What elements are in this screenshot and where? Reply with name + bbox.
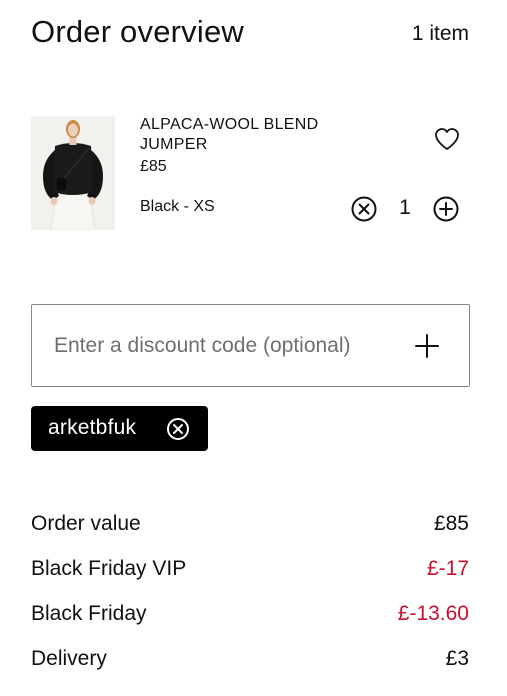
page-title: Order overview [31, 14, 244, 49]
increase-quantity-button[interactable] [432, 195, 460, 223]
item-count: 1 item [411, 22, 469, 45]
summary-value: £-13.60 [397, 602, 469, 625]
summary-row-black-friday: Black Friday £-13.60 [31, 602, 469, 647]
applied-discount-code: arketbfuk [48, 416, 137, 439]
discount-code-field [31, 304, 470, 387]
plus-icon [415, 334, 439, 358]
summary-label: Black Friday [31, 602, 147, 625]
summary-row-order-value: Order value £85 [31, 512, 469, 557]
remove-discount-button[interactable] [166, 417, 190, 441]
summary-value: £85 [433, 512, 469, 535]
summary-label: Delivery [31, 647, 107, 670]
circle-plus-icon [433, 196, 459, 222]
quantity-value: 1 [399, 196, 411, 219]
add-discount-button[interactable] [414, 333, 440, 359]
product-photo-illustration [31, 116, 115, 230]
product-price: £85 [140, 158, 167, 175]
product-image[interactable] [31, 116, 115, 230]
summary-label: Order value [31, 512, 141, 535]
order-summary: Order value £85 Black Friday VIP £-17 Bl… [31, 512, 469, 692]
summary-row-black-friday-vip: Black Friday VIP £-17 [31, 557, 469, 602]
heart-icon[interactable] [433, 126, 461, 152]
circle-x-icon [351, 196, 377, 222]
order-overview-header: Order overview 1 item [31, 14, 469, 54]
product-variant: Black - XS [140, 198, 215, 215]
applied-discount-chip[interactable]: arketbfuk [31, 406, 208, 451]
summary-row-delivery: Delivery £3 [31, 647, 469, 692]
summary-value: £3 [445, 647, 469, 670]
decrease-quantity-button[interactable] [350, 195, 378, 223]
product-name[interactable]: ALPACA-WOOL BLEND JUMPER [140, 115, 370, 155]
circle-x-icon [167, 418, 189, 440]
summary-value: £-17 [426, 557, 469, 580]
summary-label: Black Friday VIP [31, 557, 187, 580]
cart-item: ALPACA-WOOL BLEND JUMPER £85 Black - XS … [31, 116, 469, 232]
discount-code-input[interactable] [54, 305, 394, 386]
